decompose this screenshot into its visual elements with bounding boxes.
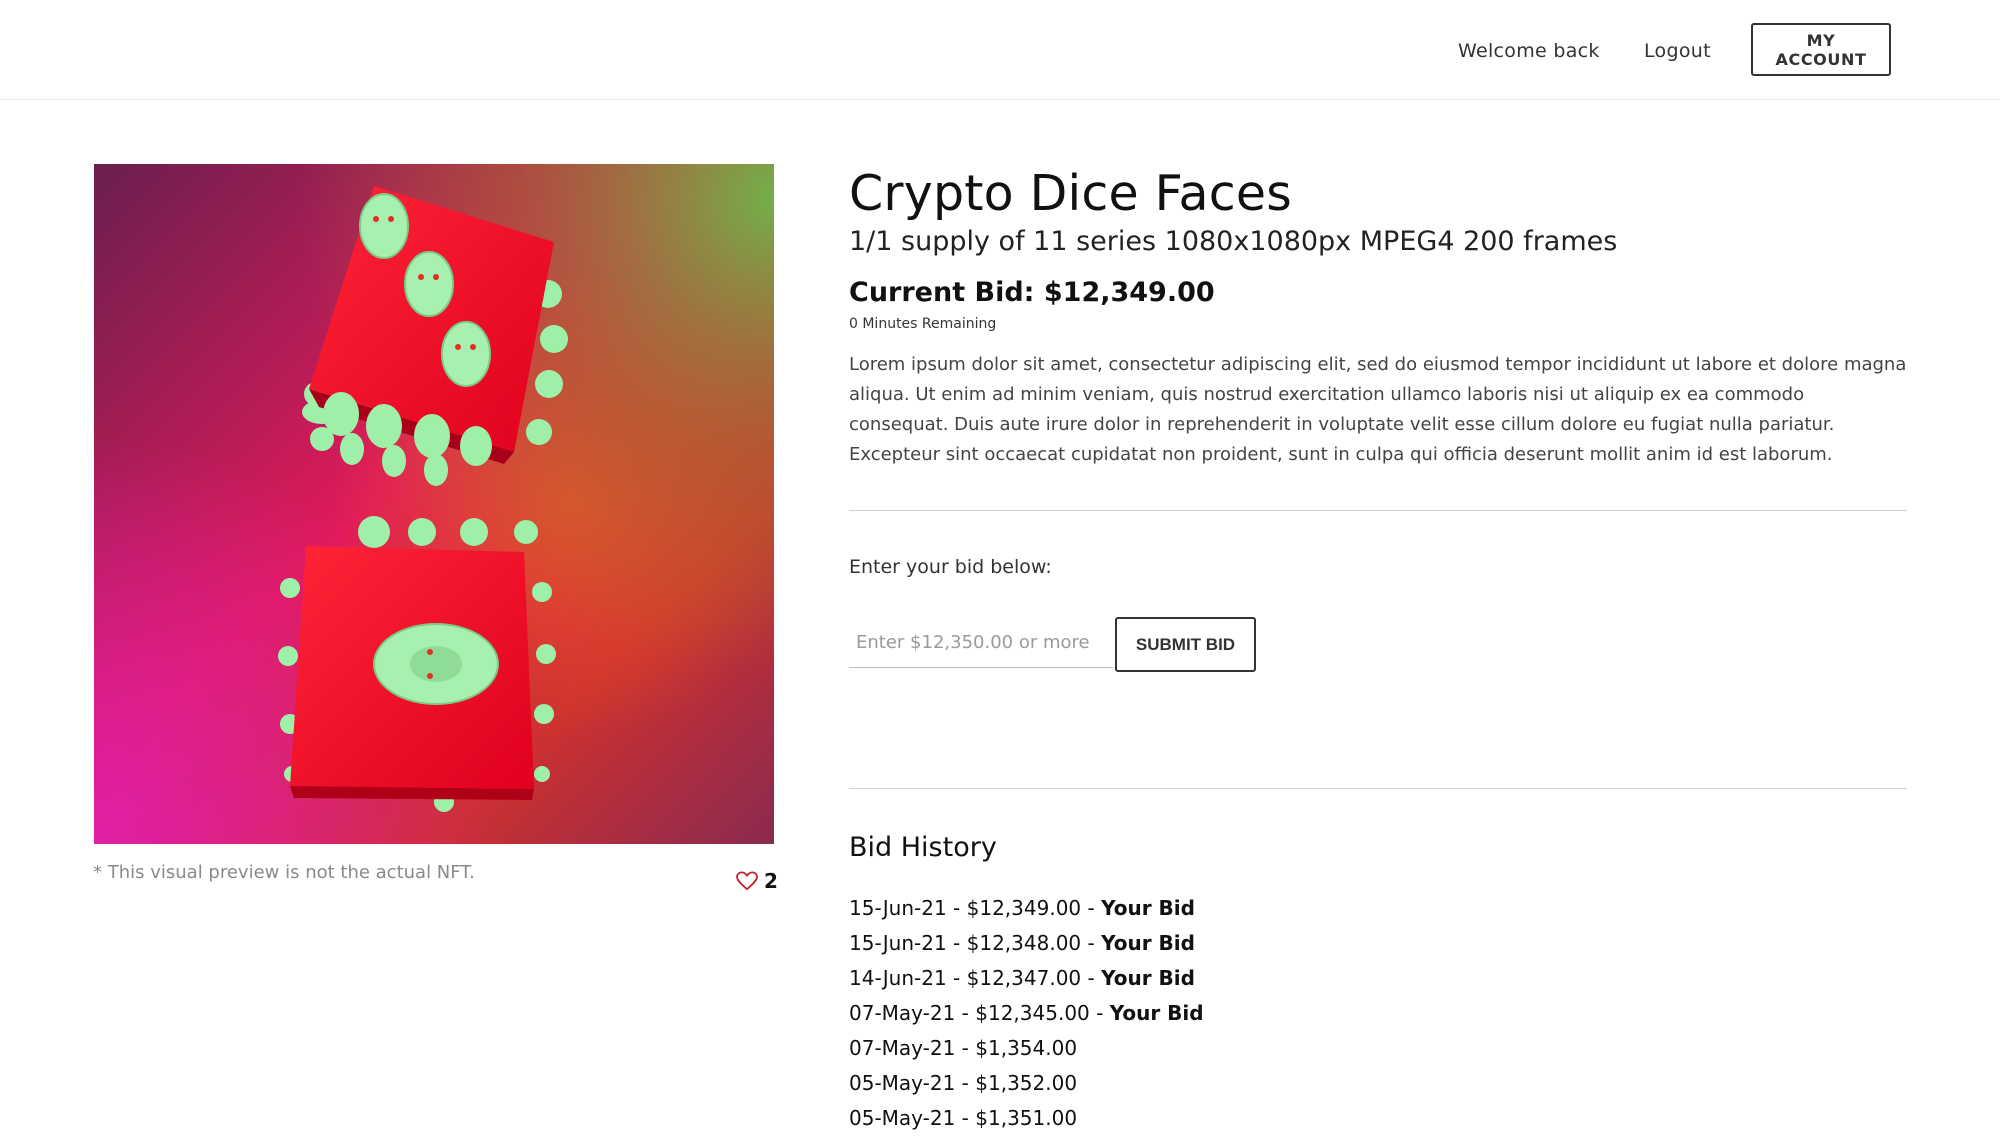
welcome-link[interactable]: Welcome back [1458,40,1600,62]
your-bid-tag: Your Bid [1101,931,1195,955]
time-remaining: 0 Minutes Remaining [849,316,997,332]
divider [849,788,1907,789]
bid-history-list: 15-Jun-21 - $12,349.00 - Your Bid 15-Jun… [849,896,1204,1141]
item-subtitle: 1/1 supply of 11 series 1080x1080px MPEG… [849,226,1618,257]
logout-link[interactable]: Logout [1644,40,1711,62]
bid-history-entry: 07-May-21 - $12,345.00 - Your Bid [849,1001,1204,1025]
your-bid-tag: Your Bid [1101,896,1195,920]
preview-disclaimer: * This visual preview is not the actual … [93,862,475,883]
your-bid-tag: Your Bid [1101,966,1195,990]
top-nav: Welcome back Logout MY ACCOUNT [0,0,2000,100]
heart-icon [736,871,758,891]
like-count: 2 [764,869,778,893]
bid-history-title: Bid History [849,832,997,863]
bid-history-entry: 07-May-21 - $1,354.00 [849,1036,1078,1060]
item-title: Crypto Dice Faces [849,165,1292,222]
bid-amount-input[interactable] [849,618,1113,668]
submit-bid-button[interactable]: SUBMIT BID [1115,617,1256,672]
bid-label: Enter your bid below: [849,556,1052,578]
bid-history-entry: 15-Jun-21 - $12,348.00 - Your Bid [849,931,1195,955]
bid-history-entry: 05-May-21 - $1,351.00 [849,1106,1078,1130]
bid-history-entry: 15-Jun-21 - $12,349.00 - Your Bid [849,896,1195,920]
bid-history-entry: 14-Jun-21 - $12,347.00 - Your Bid [849,966,1195,990]
nft-preview-image [94,164,774,844]
your-bid-tag: Your Bid [1109,1001,1204,1025]
current-bid: Current Bid: $12,349.00 [849,277,1215,308]
bottom-die [278,516,556,812]
divider [849,510,1907,511]
my-account-button[interactable]: MY ACCOUNT [1751,23,1891,76]
like-button[interactable]: 2 [736,869,778,893]
bid-history-entry: 05-May-21 - $1,352.00 [849,1071,1078,1095]
item-description: Lorem ipsum dolor sit amet, consectetur … [849,354,1907,465]
